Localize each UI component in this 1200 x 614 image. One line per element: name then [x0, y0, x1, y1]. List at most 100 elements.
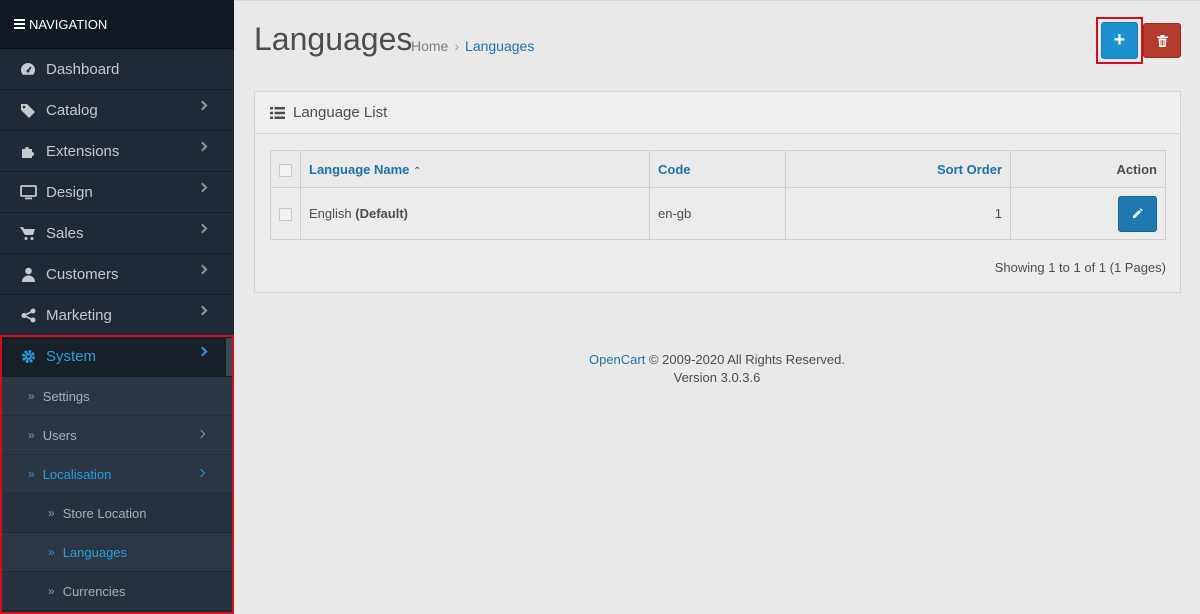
- sidebar-item-label: Catalog: [46, 101, 98, 119]
- sidebar-subitem-label: Currencies: [62, 583, 126, 599]
- column-label: Language Name: [309, 161, 410, 177]
- sidebar-item-label: Extensions: [46, 142, 120, 160]
- breadcrumb-home[interactable]: Home: [411, 38, 448, 54]
- code-cell: en-gb: [649, 187, 786, 240]
- nav-header[interactable]: NAVIGATION: [0, 0, 234, 49]
- version-text: Version 3.0.3.6: [673, 370, 761, 385]
- double-chevron-icon: »: [48, 506, 55, 520]
- page-title: Languages: [254, 21, 413, 57]
- footer-copyright-line: OpenCart © 2009-2020 All Rights Reserved…: [234, 351, 1200, 369]
- sidebar-item-system[interactable]: System: [0, 336, 234, 377]
- menu-icon: [14, 17, 25, 31]
- language-name: English: [309, 206, 352, 221]
- row-checkbox[interactable]: [279, 208, 292, 222]
- select-all-cell: [270, 150, 301, 188]
- add-button[interactable]: +: [1101, 22, 1138, 59]
- column-code[interactable]: Code: [649, 150, 786, 188]
- default-label: (Default): [355, 206, 408, 221]
- share-icon: [19, 307, 37, 323]
- double-chevron-icon: »: [28, 467, 35, 481]
- cart-icon: [19, 225, 37, 241]
- sidebar-subitem-currencies[interactable]: » Currencies: [0, 572, 234, 611]
- copyright-text: © 2009-2020 All Rights Reserved.: [645, 352, 845, 367]
- sidebar-subitem-label: Users: [42, 427, 77, 443]
- panel-heading: Language List: [255, 92, 1180, 134]
- chevron-right-icon: [196, 429, 206, 439]
- sidebar-item-label: Design: [46, 183, 93, 201]
- breadcrumb-separator: ›: [454, 38, 460, 54]
- add-button-highlight: +: [1096, 17, 1143, 64]
- chevron-right-icon: [197, 264, 208, 275]
- gear-icon: [19, 348, 37, 364]
- column-label: Sort Order: [936, 161, 1002, 177]
- sidebar-item-extensions[interactable]: Extensions: [0, 131, 234, 172]
- localisation-submenu: » Store Location » Languages » Currencie…: [0, 494, 234, 611]
- sidebar-item-label: Dashboard: [46, 60, 120, 78]
- select-all-checkbox[interactable]: [279, 163, 292, 177]
- main-content: Languages Home › Languages + Language List…: [234, 0, 1200, 614]
- chevron-right-icon: [197, 223, 208, 234]
- puzzle-icon: [19, 143, 37, 159]
- footer: OpenCart © 2009-2020 All Rights Reserved…: [234, 351, 1200, 387]
- sidebar-subitem-label: Localisation: [42, 466, 112, 482]
- sidebar-subitem-label: Store Location: [62, 505, 147, 521]
- panel-title: Language List: [293, 104, 388, 121]
- table-row: English (Default) en-gb 1: [270, 187, 1166, 240]
- list-icon: [270, 106, 285, 119]
- language-list-panel: Language List Language Name ⌃ Code Sort …: [254, 91, 1181, 293]
- action-cell: [1010, 187, 1166, 240]
- chevron-right-icon: [197, 141, 208, 152]
- sidebar-item-marketing[interactable]: Marketing: [0, 295, 234, 336]
- opencart-link[interactable]: OpenCart: [589, 352, 645, 367]
- row-select-cell: [270, 187, 301, 240]
- double-chevron-icon: »: [28, 389, 35, 403]
- sidebar-item-dashboard[interactable]: Dashboard: [0, 49, 234, 90]
- sort-order-cell: 1: [785, 187, 1011, 240]
- sidebar-item-sales[interactable]: Sales: [0, 213, 234, 254]
- chevron-right-icon: [197, 305, 208, 316]
- language-name-cell: English (Default): [300, 187, 650, 240]
- sidebar-item-label: System: [46, 347, 97, 365]
- double-chevron-icon: »: [48, 584, 55, 598]
- sidebar-subitem-store-location[interactable]: » Store Location: [0, 494, 234, 533]
- chevron-right-icon: [196, 468, 206, 478]
- sidebar-item-label: Sales: [46, 224, 84, 242]
- chevron-right-icon: [197, 100, 208, 111]
- sidebar-subitem-label: Languages: [62, 544, 128, 560]
- sidebar-subitem-settings[interactable]: » Settings: [0, 377, 234, 416]
- trash-icon: [1156, 34, 1168, 47]
- chevron-right-icon: [197, 182, 208, 193]
- sidebar-subitem-label: Settings: [42, 388, 90, 404]
- column-label: Action: [1116, 161, 1157, 177]
- edit-button[interactable]: [1118, 195, 1157, 232]
- sidebar-scrollbar[interactable]: [226, 338, 232, 376]
- double-chevron-icon: »: [48, 545, 55, 559]
- column-action: Action: [1010, 150, 1166, 188]
- sidebar-item-customers[interactable]: Customers: [0, 254, 234, 295]
- delete-button[interactable]: [1143, 23, 1181, 58]
- column-label: Code: [658, 161, 691, 177]
- column-language-name[interactable]: Language Name ⌃: [300, 150, 650, 188]
- pagination-text: Showing 1 to 1 of 1 (1 Pages): [994, 260, 1166, 275]
- sidebar-subitem-languages[interactable]: » Languages: [0, 533, 234, 572]
- language-table: Language Name ⌃ Code Sort Order Action E…: [270, 150, 1166, 240]
- user-icon: [19, 266, 37, 282]
- breadcrumb: Home › Languages: [411, 38, 534, 54]
- pencil-icon: [1133, 208, 1143, 218]
- monitor-icon: [19, 184, 37, 200]
- sidebar-subitem-users[interactable]: » Users: [0, 416, 234, 455]
- plus-icon: +: [1113, 29, 1126, 51]
- breadcrumb-languages[interactable]: Languages: [465, 38, 534, 54]
- sidebar-item-catalog[interactable]: Catalog: [0, 90, 234, 131]
- table-header-row: Language Name ⌃ Code Sort Order Action: [270, 150, 1166, 188]
- sidebar-item-design[interactable]: Design: [0, 172, 234, 213]
- sidebar-item-label: Marketing: [46, 306, 112, 324]
- sidebar-item-label: Customers: [46, 265, 119, 283]
- sidebar-subitem-localisation[interactable]: » Localisation: [0, 455, 234, 494]
- chevron-right-icon: [197, 346, 208, 357]
- column-sort-order[interactable]: Sort Order: [785, 150, 1011, 188]
- tags-icon: [19, 102, 37, 118]
- sidebar: NAVIGATION Dashboard Catalog Extensions …: [0, 0, 234, 614]
- nav-header-label: NAVIGATION: [29, 16, 108, 32]
- double-chevron-icon: »: [28, 428, 35, 442]
